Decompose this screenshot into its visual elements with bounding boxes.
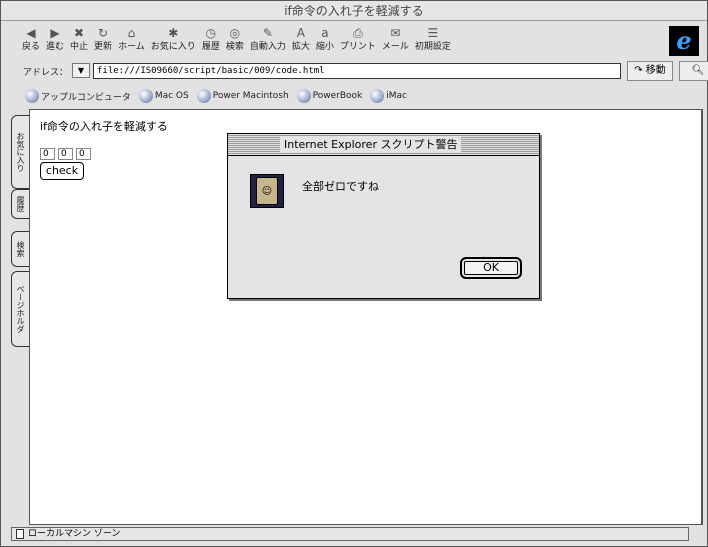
dialog-titlebar[interactable]: Internet Explorer スクリプト警告 <box>228 134 539 156</box>
toolbar-label: 戻る <box>22 42 41 52</box>
toolbar-button-smaller-text[interactable]: a 縮小 <box>313 25 337 59</box>
toolbar-button-forward-arrow[interactable]: ▶ 進む <box>43 25 67 59</box>
address-bar: アドレス： ▼ file:///IS09660/script/basic/009… <box>23 61 708 81</box>
dialog-message: 全部ゼロですね <box>302 180 379 193</box>
toolbar-button-history[interactable]: ◷ 履歴 <box>199 25 223 59</box>
print-icon: ⎙ <box>353 26 363 40</box>
number-input-3[interactable]: 0 <box>76 148 91 160</box>
mail-icon: ✉ <box>390 26 401 40</box>
globe-icon <box>25 89 39 103</box>
page-heading: if命令の入れ子を軽減する <box>40 120 168 133</box>
favorites-bar: アップルコンピュータ Mac OS Power Macintosh PowerBook… <box>25 86 407 106</box>
favorite-link[interactable]: iMac <box>370 86 407 106</box>
autofill-icon: ✎ <box>262 26 273 40</box>
search-icon: ◎ <box>229 26 241 40</box>
toolbar-button-print[interactable]: ⎙ プリント <box>337 25 379 59</box>
toolbar-label: ホーム <box>118 42 145 52</box>
number-input-1[interactable]: 0 <box>40 148 55 160</box>
browser-window: if命令の入れ子を軽減する ◀ 戻る ▶ 進む ✖ 中止 ↻ 更新 ⌂ ホーム ✱ お気に入り ◷ 履歴 ◎… <box>0 0 708 547</box>
toolbar-label: 初期設定 <box>414 42 451 52</box>
number-input-2[interactable]: 0 <box>58 148 73 160</box>
toolbar-button-larger-text[interactable]: A 拡大 <box>289 25 313 59</box>
favorite-label: Mac OS <box>154 91 189 101</box>
larger-text-icon: A <box>296 26 305 40</box>
toolbar-label: 拡大 <box>291 42 310 52</box>
forward-arrow-icon: ▶ <box>50 26 60 40</box>
zone-icon <box>16 529 24 539</box>
go-arrow-icon: ↷ <box>634 65 643 76</box>
favorite-label: アップルコンピュータ <box>41 92 131 103</box>
favorite-link[interactable]: アップルコンピュータ <box>25 86 131 106</box>
globe-icon <box>196 89 211 103</box>
status-bar: ローカルマシン ゾーン <box>11 527 689 541</box>
refresh-icon: ↻ <box>98 26 109 40</box>
search-dropdown-button[interactable]: 🔍︎ <box>679 61 708 81</box>
magnifier-icon: 🔍︎ <box>691 65 705 76</box>
address-dropdown-button[interactable]: ▼ <box>72 63 90 78</box>
toolbar: ◀ 戻る ▶ 進む ✖ 中止 ↻ 更新 ⌂ ホーム ✱ お気に入り ◷ 履歴 ◎ 検索 ✎ 自動入力 A 拡大 a 縮小 ⎙… <box>19 25 454 59</box>
ok-button[interactable]: OK <box>460 257 522 279</box>
go-button[interactable]: ↷ 移動 <box>627 61 673 81</box>
toolbar-label: メール <box>381 42 409 52</box>
favorite-link[interactable]: PowerBook <box>296 86 363 106</box>
alert-icon: ☺ <box>250 174 284 208</box>
dialog-title: Internet Explorer スクリプト警告 <box>280 137 462 153</box>
home-icon: ⌂ <box>127 26 136 40</box>
favorite-label: iMac <box>386 91 408 101</box>
toolbar-button-back-arrow[interactable]: ◀ 戻る <box>19 25 43 59</box>
toolbar-button-refresh[interactable]: ↻ 更新 <box>91 25 115 59</box>
toolbar-label: 自動入力 <box>249 42 286 52</box>
sidetab-page-holder[interactable]: ページホルダ <box>11 271 29 347</box>
smaller-text-icon: a <box>321 26 329 40</box>
history-icon: ◷ <box>205 26 217 40</box>
go-label: 移動 <box>645 65 666 76</box>
toolbar-label: 中止 <box>70 42 89 52</box>
toolbar-label: 進む <box>46 42 65 52</box>
favorite-label: PowerBook <box>312 91 363 101</box>
script-alert-dialog: Internet Explorer スクリプト警告 ☺ 全部ゼロですね OK <box>227 133 540 299</box>
toolbar-button-stop[interactable]: ✖ 中止 <box>67 25 91 59</box>
toolbar-button-preferences[interactable]: ☰ 初期設定 <box>412 25 454 59</box>
favorite-label: Power Macintosh <box>212 91 289 101</box>
window-title: if命令の入れ子を軽減する <box>1 1 707 21</box>
favorite-link[interactable]: Power Macintosh <box>196 86 289 106</box>
toolbar-button-favorites[interactable]: ✱ お気に入り <box>148 25 199 59</box>
toolbar-label: 履歴 <box>201 42 220 52</box>
address-input[interactable]: file:///IS09660/script/basic/009/code.ht… <box>93 63 621 79</box>
address-label: アドレス： <box>23 68 69 78</box>
favorite-link[interactable]: Mac OS <box>138 86 189 106</box>
toolbar-label: 検索 <box>225 42 244 52</box>
toolbar-label: プリント <box>339 42 376 52</box>
toolbar-label: 縮小 <box>315 42 334 52</box>
favorites-icon: ✱ <box>168 26 179 40</box>
globe-icon <box>296 89 311 103</box>
toolbar-label: 更新 <box>94 42 113 52</box>
check-button[interactable]: check <box>40 162 84 180</box>
ie-logo-icon: e <box>669 26 699 56</box>
toolbar-button-mail[interactable]: ✉ メール <box>379 25 412 59</box>
sidetab-favorites[interactable]: お気に入り <box>11 115 29 189</box>
toolbar-button-search[interactable]: ◎ 検索 <box>223 25 247 59</box>
toolbar-button-home[interactable]: ⌂ ホーム <box>115 25 148 59</box>
toolbar-label: お気に入り <box>150 42 196 52</box>
zone-label: ローカルマシン ゾーン <box>28 529 121 539</box>
globe-icon <box>138 89 153 103</box>
sidetab-history[interactable]: 履歴 <box>11 189 29 219</box>
stop-icon: ✖ <box>74 26 85 40</box>
toolbar-button-autofill[interactable]: ✎ 自動入力 <box>247 25 289 59</box>
sidetab-search[interactable]: 検索 <box>11 231 29 267</box>
globe-icon <box>370 89 385 103</box>
preferences-icon: ☰ <box>427 26 439 40</box>
back-arrow-icon: ◀ <box>26 26 36 40</box>
number-inputs: 0 0 0 <box>40 148 91 160</box>
